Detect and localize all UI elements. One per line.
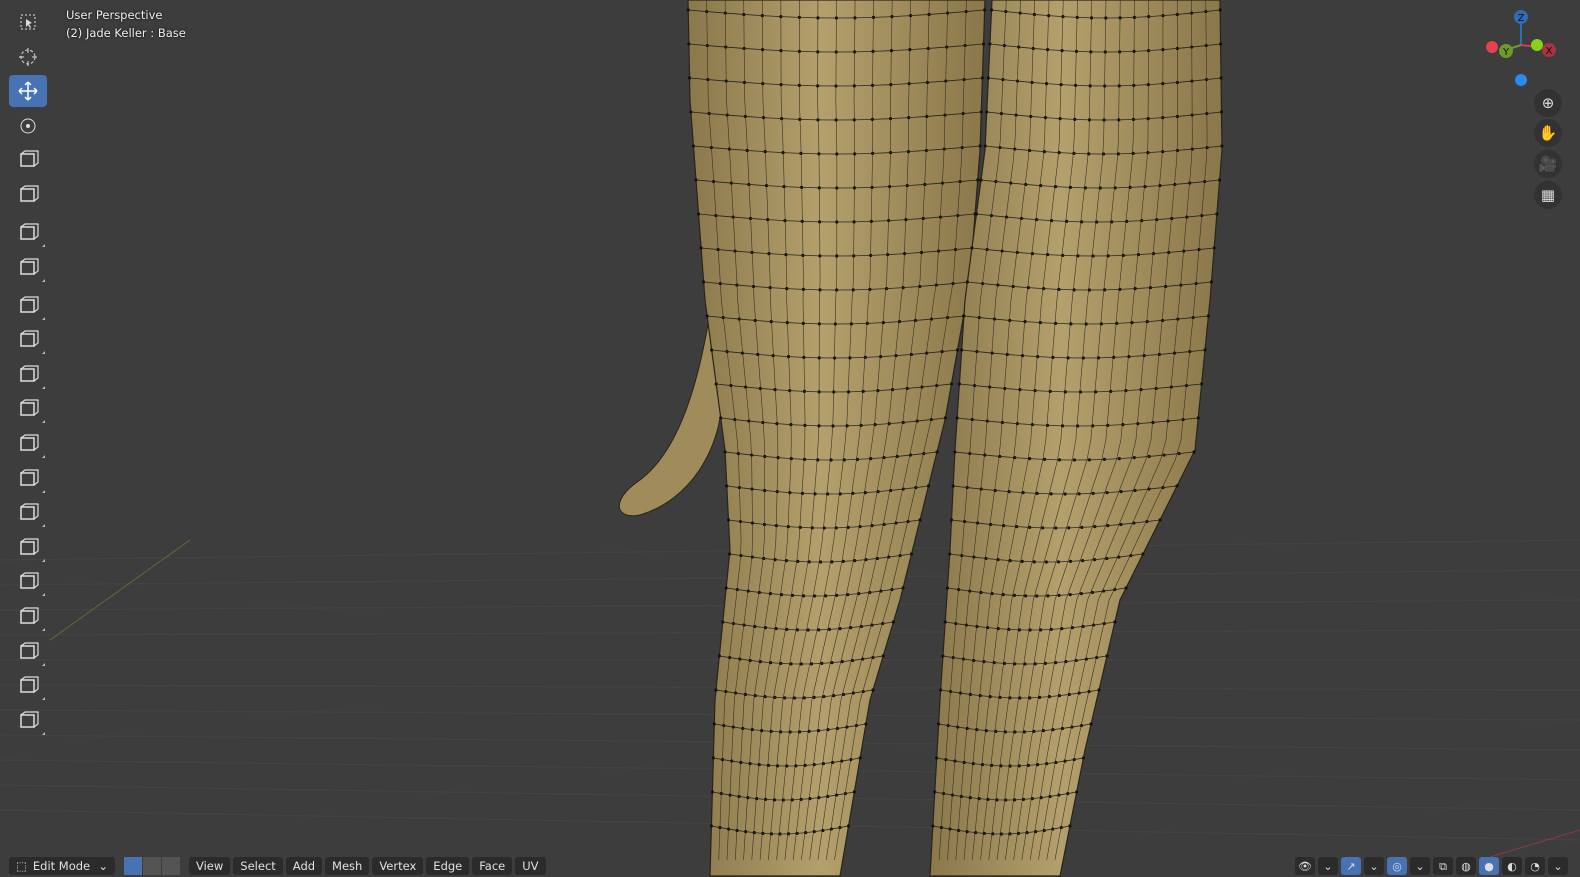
extrude-region-icon	[20, 330, 39, 347]
tool-cursor[interactable]	[9, 41, 47, 73]
tool-measure[interactable]	[9, 252, 47, 284]
tool-shrink-fatten[interactable]	[9, 636, 47, 668]
mesh-scene[interactable]	[0, 0, 1580, 877]
mode-selector[interactable]: ⬚ Edit Mode ⌄	[9, 857, 115, 875]
hand-icon[interactable]: ✋	[1534, 119, 1562, 147]
tool-knife[interactable]	[9, 463, 47, 495]
solid-shading-button[interactable]: ●	[1479, 857, 1499, 875]
edit-mode-icon: ⬚	[16, 859, 27, 873]
tool-smooth[interactable]	[9, 566, 47, 598]
material-shading-button[interactable]: ◐	[1502, 857, 1522, 875]
tool-poly-build[interactable]	[9, 497, 47, 529]
shrink-fatten-icon	[20, 641, 39, 659]
chevron-down-icon[interactable]: ⌄	[1318, 857, 1338, 875]
menu-vertex[interactable]: Vertex	[372, 857, 424, 875]
chevron-down-icon[interactable]: ⌄	[1548, 857, 1568, 875]
rotate-icon	[20, 118, 36, 134]
chevron-down-icon[interactable]: ⌄	[1364, 857, 1384, 875]
gizmo-toggle-button[interactable]: ↗	[1341, 857, 1361, 875]
rendered-shading-button[interactable]: ◔	[1525, 857, 1545, 875]
move-icon	[18, 81, 38, 101]
select-box-icon	[20, 14, 36, 30]
scale-icon	[20, 150, 39, 168]
y-label: Y	[1502, 47, 1510, 58]
shear-icon	[20, 676, 39, 693]
view-name: User Perspective	[66, 8, 163, 22]
3d-viewport[interactable]: User Perspective (2) Jade Keller : Base …	[0, 0, 1580, 877]
tool-select-box[interactable]	[9, 6, 47, 38]
bevel-icon	[20, 399, 39, 417]
menu-edge[interactable]: Edge	[426, 857, 470, 875]
tool-add-cube[interactable]	[9, 290, 47, 322]
edge-slide-icon	[20, 607, 39, 624]
menu-select[interactable]: Select	[233, 857, 283, 875]
measure-icon	[20, 257, 39, 275]
inset-faces-icon	[20, 365, 39, 382]
loop-cut-icon	[20, 434, 39, 451]
transform-icon	[20, 185, 39, 202]
edge-select-button[interactable]	[143, 857, 161, 875]
object-info: (2) Jade Keller : Base	[66, 26, 186, 40]
visibility-button[interactable]: 👁	[1295, 857, 1315, 875]
xray-toggle-button[interactable]: ⧉	[1433, 857, 1453, 875]
z-label: Z	[1518, 13, 1525, 24]
tool-loop-cut[interactable]	[9, 428, 47, 460]
neg-z-axis[interactable]	[1515, 74, 1527, 86]
tool-rotate[interactable]	[9, 110, 47, 142]
menu-view[interactable]: View	[189, 857, 231, 875]
poly-build-icon	[20, 503, 39, 520]
tool-bevel[interactable]	[9, 393, 47, 425]
knife-icon	[20, 468, 39, 486]
tool-transform[interactable]	[9, 179, 47, 211]
tool-rip-region[interactable]	[9, 705, 47, 737]
viewport-header: ⬚ Edit Mode ⌄ View Select Add Mesh Vertex Edg…	[0, 855, 1580, 877]
vertex-select-button[interactable]	[124, 857, 142, 875]
tool-scale[interactable]	[9, 144, 47, 176]
tool-move[interactable]	[9, 75, 47, 108]
y-axis-line	[49, 539, 191, 641]
tool-shelf	[9, 6, 49, 739]
cursor-icon	[19, 47, 37, 66]
smooth-icon	[20, 572, 39, 590]
neg-x-axis[interactable]	[1486, 41, 1498, 53]
chevron-down-icon[interactable]: ⌄	[1410, 857, 1430, 875]
overlay-toggle-button[interactable]: ◎	[1387, 857, 1407, 875]
rip-region-icon	[20, 711, 39, 728]
spin-icon	[20, 538, 39, 555]
navigation-gizmo[interactable]: Y Z X	[1480, 5, 1580, 95]
annotate-icon	[20, 223, 39, 240]
x-label: X	[1546, 46, 1553, 57]
tool-inset-faces[interactable]	[9, 359, 47, 391]
wireframe-shading-button[interactable]: ◍	[1456, 857, 1476, 875]
face-select-button[interactable]	[162, 857, 180, 875]
tool-extrude-region[interactable]	[9, 324, 47, 356]
menu-mesh[interactable]: Mesh	[325, 857, 370, 875]
mode-label: Edit Mode	[32, 859, 91, 873]
chevron-down-icon: ⌄	[98, 859, 108, 873]
tool-edge-slide[interactable]	[9, 601, 47, 633]
menu-face[interactable]: Face	[472, 857, 513, 875]
tool-spin[interactable]	[9, 532, 47, 564]
tail-mesh[interactable]	[618, 299, 723, 517]
menu-uv[interactable]: UV	[515, 857, 546, 875]
zoom-icon[interactable]: ⊕	[1534, 89, 1562, 117]
neg-y-axis[interactable]	[1531, 39, 1543, 51]
tool-annotate[interactable]	[9, 217, 47, 249]
menu-add[interactable]: Add	[285, 857, 323, 875]
tool-shear[interactable]	[9, 670, 47, 702]
camera-icon[interactable]: 🎥	[1534, 150, 1562, 178]
grid-icon[interactable]: ▦	[1534, 181, 1562, 209]
add-cube-icon	[20, 295, 39, 313]
